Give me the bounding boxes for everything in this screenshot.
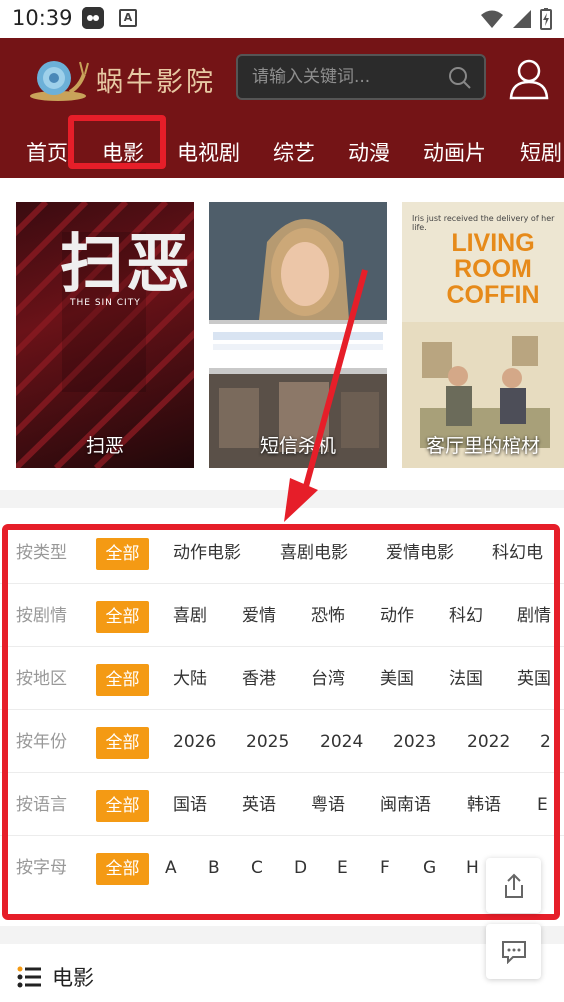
filter-option-all[interactable]: 全部: [96, 727, 149, 759]
filter-option-all[interactable]: 全部: [96, 538, 149, 570]
filter-row-year: 按年份 全部 2026 2025 2024 2023 2022 2: [0, 711, 564, 773]
filter-option[interactable]: 美国: [380, 648, 414, 710]
filter-option-all[interactable]: 全部: [96, 853, 149, 885]
filter-option[interactable]: 喜剧: [173, 585, 207, 647]
section-header: 电影: [16, 962, 94, 992]
battery-icon: [540, 8, 552, 30]
filter-label: 按地区: [16, 669, 67, 689]
filter-option[interactable]: F: [380, 837, 390, 899]
filter-option[interactable]: 2024: [320, 711, 363, 773]
search-icon[interactable]: [448, 66, 472, 90]
filter-option[interactable]: H: [466, 837, 479, 899]
search-box[interactable]: [236, 54, 486, 100]
filter-option[interactable]: 2022: [467, 711, 510, 773]
filter-option[interactable]: C: [251, 837, 263, 899]
filter-option[interactable]: E: [337, 837, 348, 899]
filter-option[interactable]: 粤语: [311, 774, 345, 836]
filter-label: 按类型: [16, 543, 67, 563]
filter-option[interactable]: 2026: [173, 711, 216, 773]
filter-label: 按语言: [16, 795, 67, 815]
status-time: 10:39: [12, 6, 73, 30]
poster-title-graphic: LIVING ROOM COFFIN: [446, 229, 540, 309]
nav-item-anime[interactable]: 动漫: [348, 128, 390, 178]
nav-item-short-drama[interactable]: 短剧: [520, 128, 562, 178]
filter-option[interactable]: 国语: [173, 774, 207, 836]
signal-icon: [513, 10, 531, 28]
filter-option[interactable]: D: [294, 837, 307, 899]
annotation-highlight-movie: [68, 115, 166, 169]
poster-card[interactable]: Iris just received the delivery of her l…: [402, 202, 564, 468]
filter-option[interactable]: 2023: [393, 711, 436, 773]
filter-option[interactable]: 科幻电: [492, 522, 543, 584]
filter-row-region: 按地区 全部 大陆 香港 台湾 美国 法国 英国: [0, 648, 564, 710]
filter-option[interactable]: 台湾: [311, 648, 345, 710]
filter-option[interactable]: 爱情电影: [386, 522, 454, 584]
section-title: 电影: [52, 966, 94, 990]
section-divider: [0, 490, 564, 508]
filter-option[interactable]: 2: [540, 711, 551, 773]
filter-option[interactable]: G: [423, 837, 436, 899]
share-icon: [504, 873, 523, 898]
system-icons: [480, 8, 552, 30]
filter-option-all[interactable]: 全部: [96, 601, 149, 633]
comment-icon: [501, 940, 526, 964]
filter-option[interactable]: 动作电影: [173, 522, 241, 584]
filter-row-plot: 按剧情 全部 喜剧 爱情 恐怖 动作 科幻 剧情: [0, 585, 564, 647]
filter-label: 按年份: [16, 732, 67, 752]
filter-row-letter: 按字母 全部 A B C D E F G H: [0, 837, 564, 899]
section-divider: [0, 926, 564, 944]
share-button[interactable]: [486, 858, 541, 913]
site-logo[interactable]: 蜗牛影院: [28, 54, 216, 104]
filter-label: 按字母: [16, 858, 67, 878]
poster-card[interactable]: 短信杀机: [209, 202, 387, 468]
filter-option[interactable]: 喜剧电影: [280, 522, 348, 584]
filter-option[interactable]: 爱情: [242, 585, 276, 647]
filter-option[interactable]: A: [165, 837, 177, 899]
nav-item-tv[interactable]: 电视剧: [177, 128, 240, 178]
filter-panel: 按类型 全部 动作电影 喜剧电影 爱情电影 科幻电 按剧情 全部 喜剧 爱情 恐…: [0, 522, 564, 918]
filter-option[interactable]: 英国: [517, 648, 551, 710]
filter-option[interactable]: 英语: [242, 774, 276, 836]
wifi-icon: [481, 10, 503, 28]
search-input[interactable]: [252, 64, 442, 90]
poster-caption: 客厅里的棺材: [425, 435, 540, 457]
logo-text: 蜗牛影院: [96, 66, 216, 98]
filter-label: 按剧情: [16, 606, 67, 626]
filter-row-type: 按类型 全部 动作电影 喜剧电影 爱情电影 科幻电: [0, 522, 564, 584]
poster-image: [209, 202, 387, 468]
filter-option[interactable]: 2025: [246, 711, 289, 773]
nav-item-cartoon[interactable]: 动画片: [423, 128, 486, 178]
poster-subtitle: THE SIN CITY: [70, 298, 141, 308]
filter-option[interactable]: 香港: [242, 648, 276, 710]
list-icon: [17, 966, 41, 988]
filter-option-all[interactable]: 全部: [96, 790, 149, 822]
filter-option[interactable]: 法国: [449, 648, 483, 710]
poster-title-graphic: 扫恶: [60, 227, 192, 302]
nav-item-home[interactable]: 首页: [26, 128, 68, 178]
user-profile-icon[interactable]: [508, 58, 550, 104]
nav-item-variety[interactable]: 综艺: [273, 128, 315, 178]
poster-caption: 短信杀机: [259, 435, 336, 457]
filter-option[interactable]: 动作: [380, 585, 414, 647]
filter-option[interactable]: 恐怖: [311, 585, 345, 647]
app-notification-icon: [82, 7, 104, 29]
filter-option[interactable]: 韩语: [467, 774, 501, 836]
filter-option[interactable]: 科幻: [449, 585, 483, 647]
filter-option[interactable]: 剧情: [517, 585, 551, 647]
filter-row-language: 按语言 全部 国语 英语 粤语 闽南语 韩语 E: [0, 774, 564, 836]
poster-card[interactable]: 扫恶 THE SIN CITY 扫恶: [16, 202, 194, 468]
app-a-icon: A: [119, 9, 137, 27]
snail-logo-icon: [30, 61, 89, 101]
filter-option[interactable]: 闽南语: [380, 774, 431, 836]
filter-option[interactable]: 大陆: [173, 648, 207, 710]
filter-option[interactable]: E: [537, 774, 548, 836]
featured-posters: 扫恶 THE SIN CITY 扫恶 短信杀机 Iris just receiv…: [0, 178, 564, 490]
poster-caption: 扫恶: [85, 435, 124, 457]
status-bar: 10:39 A: [0, 0, 564, 38]
filter-option-all[interactable]: 全部: [96, 664, 149, 696]
filter-option[interactable]: B: [208, 837, 220, 899]
comment-button[interactable]: [486, 924, 541, 979]
